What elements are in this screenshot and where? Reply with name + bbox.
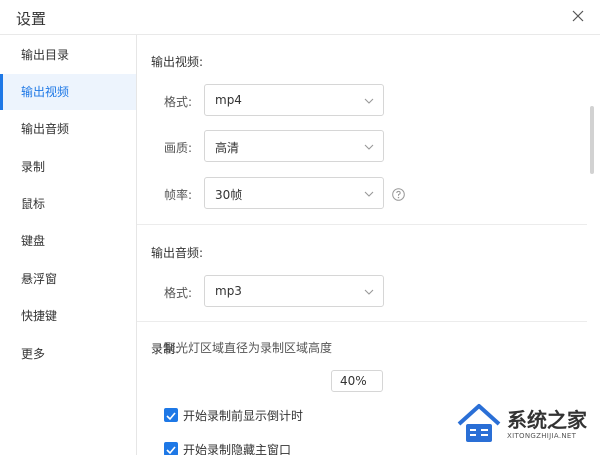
divider bbox=[137, 224, 587, 225]
select-value: 30帧 bbox=[215, 188, 243, 202]
chevron-down-icon bbox=[364, 98, 374, 104]
spotlight-diameter-label: 聚光灯区域直径为录制区域高度 bbox=[164, 341, 333, 355]
video-quality-label: 画质: bbox=[164, 141, 193, 155]
countdown-checkbox[interactable] bbox=[164, 408, 178, 422]
select-value: mp3 bbox=[215, 284, 242, 298]
close-icon[interactable] bbox=[568, 6, 588, 26]
site-watermark: 系统之家 XITONGZHIJIA.NET bbox=[455, 400, 595, 452]
video-quality-select[interactable]: 高清 bbox=[204, 130, 384, 162]
video-fps-select[interactable]: 30帧 bbox=[204, 177, 384, 209]
sidebar-item-output-video[interactable]: 输出视频 bbox=[0, 74, 136, 110]
sidebar: 输出目录 输出视频 输出音频 录制 鼠标 键盘 悬浮窗 快捷键 更多 bbox=[0, 35, 137, 455]
sidebar-item-keyboard[interactable]: 键盘 bbox=[0, 223, 136, 259]
watermark-name: 系统之家 bbox=[507, 408, 587, 432]
sidebar-item-label: 键盘 bbox=[21, 234, 46, 248]
chevron-down-icon bbox=[364, 144, 374, 150]
sidebar-item-label: 输出目录 bbox=[21, 48, 70, 62]
sidebar-item-output-audio[interactable]: 输出音频 bbox=[0, 111, 136, 147]
watermark-url: XITONGZHIJIA.NET bbox=[507, 432, 577, 440]
sidebar-item-record[interactable]: 录制 bbox=[0, 149, 136, 185]
sidebar-item-label: 录制 bbox=[21, 160, 46, 174]
countdown-label: 开始录制前显示倒计时 bbox=[183, 409, 304, 423]
sidebar-item-label: 输出视频 bbox=[21, 85, 70, 99]
video-format-label: 格式: bbox=[164, 95, 193, 109]
spotlight-diameter-input[interactable]: 40% bbox=[331, 370, 383, 392]
sidebar-item-label: 快捷键 bbox=[21, 309, 58, 323]
sidebar-item-label: 鼠标 bbox=[21, 197, 46, 211]
section-title-video: 输出视频: bbox=[151, 55, 204, 69]
check-icon bbox=[166, 412, 176, 421]
settings-content: 输出视频: 格式: mp4 画质: 高清 帧率: 30帧 输出音频: 格式: m… bbox=[137, 35, 600, 455]
house-logo-icon bbox=[457, 404, 501, 442]
sidebar-item-more[interactable]: 更多 bbox=[0, 336, 136, 372]
chevron-down-icon bbox=[364, 191, 374, 197]
select-value: mp4 bbox=[215, 93, 242, 107]
sidebar-item-floating-window[interactable]: 悬浮窗 bbox=[0, 261, 136, 297]
sidebar-item-label: 悬浮窗 bbox=[21, 272, 58, 286]
sidebar-item-label: 更多 bbox=[21, 347, 46, 361]
divider bbox=[137, 321, 587, 322]
scrollbar-thumb[interactable] bbox=[590, 106, 594, 174]
sidebar-item-output-directory[interactable]: 输出目录 bbox=[0, 37, 136, 73]
hide-window-checkbox[interactable] bbox=[164, 442, 178, 455]
video-format-select[interactable]: mp4 bbox=[204, 84, 384, 116]
check-icon bbox=[166, 446, 176, 455]
video-fps-label: 帧率: bbox=[164, 188, 193, 202]
audio-format-select[interactable]: mp3 bbox=[204, 275, 384, 307]
chevron-down-icon bbox=[364, 289, 374, 295]
sidebar-item-label: 输出音频 bbox=[21, 122, 70, 136]
audio-format-label: 格式: bbox=[164, 286, 193, 300]
help-circle-icon[interactable] bbox=[392, 188, 405, 201]
select-value: 高清 bbox=[215, 141, 240, 155]
sidebar-item-shortcuts[interactable]: 快捷键 bbox=[0, 298, 136, 334]
window-title: 设置 bbox=[16, 10, 47, 28]
section-title-audio: 输出音频: bbox=[151, 246, 204, 260]
hide-window-label: 开始录制隐藏主窗口 bbox=[183, 443, 292, 455]
title-bar: 设置 bbox=[0, 0, 600, 35]
sidebar-item-mouse[interactable]: 鼠标 bbox=[0, 186, 136, 222]
